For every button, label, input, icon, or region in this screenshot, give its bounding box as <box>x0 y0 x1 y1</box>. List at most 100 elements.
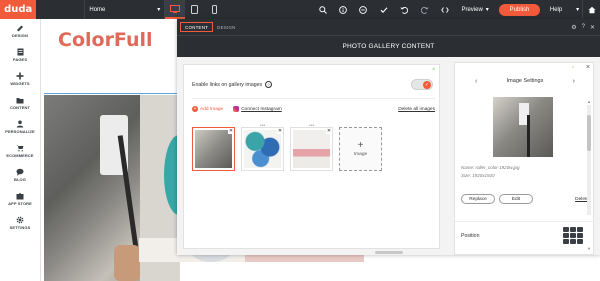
thumbnail-image <box>195 130 232 168</box>
close-small-icon[interactable]: × <box>432 67 435 73</box>
position-cell[interactable] <box>563 239 569 244</box>
chevron-right-icon[interactable]: › <box>573 78 575 85</box>
help-label: Help <box>549 6 563 13</box>
position-cell[interactable] <box>563 227 569 232</box>
info-icon <box>339 5 347 14</box>
page-select[interactable]: Home ▾ <box>84 0 166 19</box>
info-button[interactable] <box>333 0 353 19</box>
enable-links-toggle[interactable]: ✓ <box>411 79 433 90</box>
palette-icon <box>16 25 24 32</box>
chevron-down-icon: ▾ <box>576 7 580 13</box>
sidebar-item-blog[interactable]: BLOG <box>0 163 40 187</box>
mobile-view-button[interactable] <box>204 0 224 19</box>
close-icon[interactable]: ✕ <box>590 24 595 31</box>
sidebar-item-pages[interactable]: PAGES <box>0 43 40 67</box>
sidebar-item-ecommerce[interactable]: ECOMMERCE <box>0 139 40 163</box>
site-brand-title[interactable]: ColorFull <box>58 29 153 51</box>
sidebar-item-label: PAGES <box>12 56 28 62</box>
home-icon <box>588 6 596 13</box>
position-cell[interactable] <box>563 233 569 238</box>
undo-icon <box>400 6 409 14</box>
delete-image-icon[interactable]: ✕ <box>326 128 332 134</box>
redo-button[interactable] <box>414 0 434 19</box>
zoom-out-button[interactable] <box>353 0 373 19</box>
panel-tabs: CONTENT DESIGN ⚙ ? ✕ <box>177 19 600 35</box>
sidebar-item-label: PERSONALIZE <box>5 128 35 134</box>
position-grid[interactable] <box>563 227 583 244</box>
help-question-icon[interactable]: ? <box>582 24 585 31</box>
image-settings-panel: × × ‹ Image Settings › Name: roller_colo… <box>454 62 595 255</box>
position-cell[interactable] <box>570 233 576 238</box>
help-menu[interactable]: Help ▾ <box>549 6 582 14</box>
gallery-thumbnail-pink-sofa[interactable]: ••• ✕ <box>290 123 333 171</box>
tab-design[interactable]: DESIGN <box>213 19 239 35</box>
position-cell[interactable] <box>577 233 583 238</box>
help-icon[interactable]: ? <box>265 81 273 88</box>
undo-button[interactable] <box>394 0 414 19</box>
check-button[interactable] <box>374 0 394 19</box>
add-tile-label: Image <box>353 151 368 157</box>
gallery-content-card: × Enable links on gallery images ? ✓ + A… <box>183 64 440 249</box>
edit-button[interactable]: Edit <box>499 194 533 204</box>
tablet-view-button[interactable] <box>185 0 205 19</box>
chevron-left-icon[interactable]: ‹ <box>475 78 477 85</box>
close-icon[interactable]: × <box>586 64 590 71</box>
code-button[interactable] <box>435 0 455 19</box>
sidebar-item-label: WIDGETS <box>10 80 30 86</box>
thumbnail-image <box>293 130 330 168</box>
chevron-down-icon: ▾ <box>157 7 161 13</box>
pages-icon <box>16 48 24 56</box>
desktop-icon <box>170 4 181 13</box>
image-actions: Replace Edit Delete <box>461 194 589 204</box>
sidebar-item-label: SETTINGS <box>9 224 31 230</box>
page-select-value: Home <box>89 6 106 13</box>
sidebar-item-app-store[interactable]: APP STORE <box>0 187 40 211</box>
panel-resize-handle[interactable] <box>375 251 403 254</box>
close-small-icon[interactable]: × <box>572 64 574 69</box>
position-cell[interactable] <box>570 239 576 244</box>
drag-handle-icon[interactable]: ••• <box>309 123 314 129</box>
redo-icon <box>420 6 429 14</box>
settings-scrollbar[interactable] <box>587 105 591 215</box>
position-cell[interactable] <box>570 227 576 232</box>
gallery-thumbnail-paint-cans[interactable]: ••• ✕ <box>241 123 284 171</box>
connect-instagram-link[interactable]: Connect Instagram <box>233 106 282 112</box>
sidebar-item-widgets[interactable]: WIDGETS <box>0 67 40 91</box>
sidebar-item-content[interactable]: CONTENT <box>0 91 40 115</box>
settings-gear-icon[interactable]: ⚙ <box>571 24 576 31</box>
panel-title: PHOTO GALLERY CONTENT <box>177 35 600 57</box>
left-sidebar: DESIGN PAGES WIDGETS CONTENT PERSONALIZE… <box>0 19 41 281</box>
plus-icon <box>16 72 24 80</box>
dashboard-home-button[interactable] <box>582 0 600 19</box>
replace-button[interactable]: Replace <box>461 194 495 204</box>
gallery-thumbnail-roller[interactable]: ✕ <box>192 127 235 171</box>
image-size: Size: 1920x1920 <box>461 173 495 178</box>
position-cell[interactable] <box>577 239 583 244</box>
drag-handle-icon[interactable]: ••• <box>260 123 265 129</box>
tab-content[interactable]: CONTENT <box>180 22 214 32</box>
sidebar-item-design[interactable]: DESIGN <box>0 19 40 43</box>
delete-all-images-link[interactable]: Delete all images <box>398 107 435 112</box>
tablet-icon <box>191 5 199 14</box>
preview-button[interactable]: Preview ▾ <box>455 0 495 19</box>
gallery-thumbnails: ✕ ••• ✕ ••• ✕ + Image <box>192 123 382 171</box>
sidebar-item-label: DESIGN <box>12 32 28 38</box>
scroll-down-icon[interactable]: ▼ <box>587 246 591 251</box>
scrollbar-thumb[interactable] <box>587 115 591 151</box>
add-image-tile[interactable]: + Image <box>339 127 382 171</box>
add-image-button[interactable]: + Add Image <box>192 106 223 112</box>
zoom-out-icon <box>359 5 368 14</box>
duda-logo[interactable]: duda <box>0 0 37 19</box>
desktop-view-button[interactable] <box>165 0 185 19</box>
sidebar-item-settings[interactable]: SETTINGS <box>0 211 40 235</box>
delete-image-icon[interactable]: ✕ <box>228 128 234 134</box>
sidebar-item-label: APP STORE <box>8 200 32 206</box>
enable-links-row: Enable links on gallery images ? <box>192 81 273 88</box>
scroll-up-icon[interactable]: ▲ <box>587 99 591 104</box>
delete-image-icon[interactable]: ✕ <box>277 128 283 134</box>
search-button[interactable] <box>312 0 332 19</box>
publish-button[interactable]: Publish <box>499 3 540 16</box>
sidebar-item-personalize[interactable]: PERSONALIZE <box>0 115 40 139</box>
check-icon <box>380 6 388 13</box>
position-cell[interactable] <box>577 227 583 232</box>
